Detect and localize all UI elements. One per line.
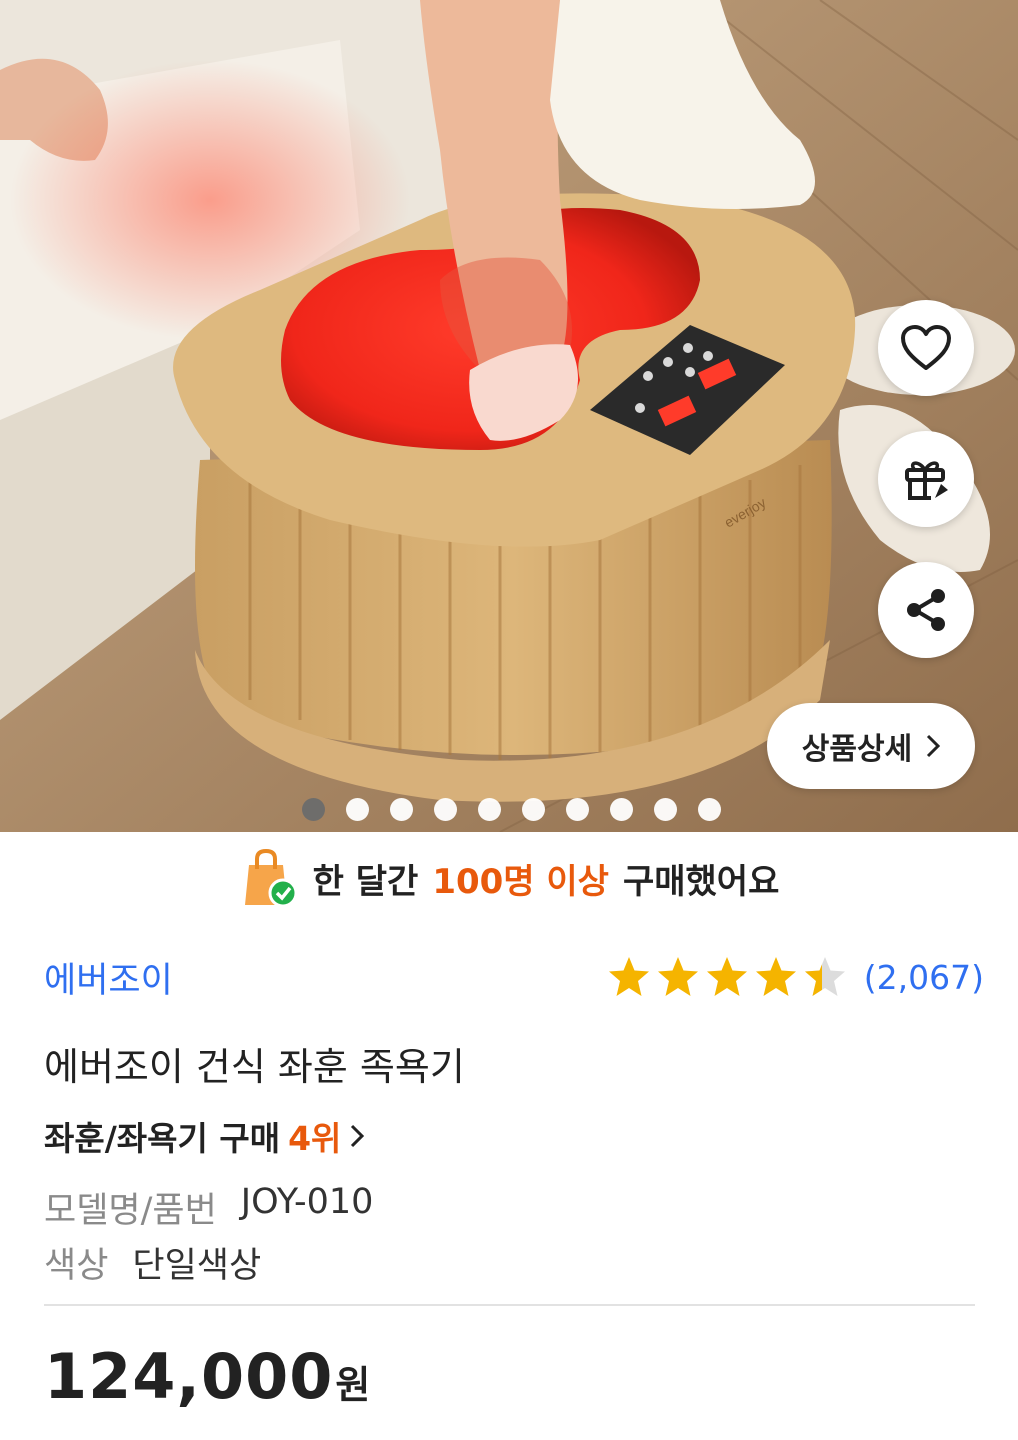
model-label: 모델명/품번 — [44, 1191, 217, 1231]
product-image-carousel[interactable]: everjoy 상품상세 — [0, 0, 1018, 832]
heart-icon — [901, 325, 951, 370]
carousel-dot[interactable] — [522, 798, 545, 821]
share-button[interactable] — [878, 562, 974, 658]
gift-icon — [905, 461, 948, 500]
product-detail-button[interactable]: 상품상세 — [767, 703, 975, 789]
shopping-bag-check-icon — [244, 848, 298, 908]
star-rating-icon — [608, 957, 845, 996]
price-unit: 원 — [335, 1363, 371, 1407]
price-amount: 124,000 — [44, 1340, 334, 1413]
gift-button[interactable] — [878, 431, 974, 527]
product-title: 에버조이 건식 좌훈 족욕기 — [44, 1045, 465, 1089]
purchase-count-banner: 한 달간 100명 이상 구매했어요 — [0, 842, 1018, 914]
carousel-dot[interactable] — [478, 798, 501, 821]
rank-prefix: 좌훈/좌욕기 구매 — [44, 1119, 281, 1158]
carousel-dot[interactable] — [346, 798, 369, 821]
carousel-indicator — [302, 798, 721, 822]
category-rank-link[interactable]: 좌훈/좌욕기 구매 4위 — [44, 1112, 365, 1160]
carousel-dot[interactable] — [566, 798, 589, 821]
chevron-right-icon — [351, 1124, 365, 1148]
divider — [44, 1304, 975, 1306]
carousel-dot[interactable] — [654, 798, 677, 821]
color-label: 색상 — [44, 1246, 109, 1286]
brand-link[interactable]: 에버조이 — [44, 952, 173, 1003]
banner-prefix: 한 달간 — [312, 861, 419, 902]
carousel-dot[interactable] — [610, 798, 633, 821]
share-icon — [907, 589, 945, 631]
brand-rating-row: 에버조이 (2,067) — [44, 950, 984, 1004]
model-spec: 모델명/품번 JOY-010 — [44, 1182, 373, 1233]
carousel-dot[interactable] — [390, 798, 413, 821]
chevron-right-icon — [927, 734, 941, 758]
banner-suffix: 구매했어요 — [622, 861, 780, 902]
review-count: (2,067) — [863, 957, 984, 997]
carousel-dot[interactable] — [698, 798, 721, 821]
wishlist-button[interactable] — [878, 300, 974, 396]
banner-highlight: 100명 이상 — [432, 861, 609, 902]
color-value: 단일색상 — [132, 1246, 262, 1286]
rank-value: 4위 — [288, 1119, 342, 1158]
product-detail-label: 상품상세 — [801, 732, 913, 767]
rating[interactable]: (2,067) — [606, 954, 984, 1000]
model-value: JOY-010 — [240, 1182, 374, 1222]
carousel-dot[interactable] — [302, 798, 325, 821]
color-spec: 색상 단일색상 — [44, 1237, 261, 1288]
carousel-dot[interactable] — [434, 798, 457, 821]
price: 124,000 원 — [44, 1340, 370, 1413]
